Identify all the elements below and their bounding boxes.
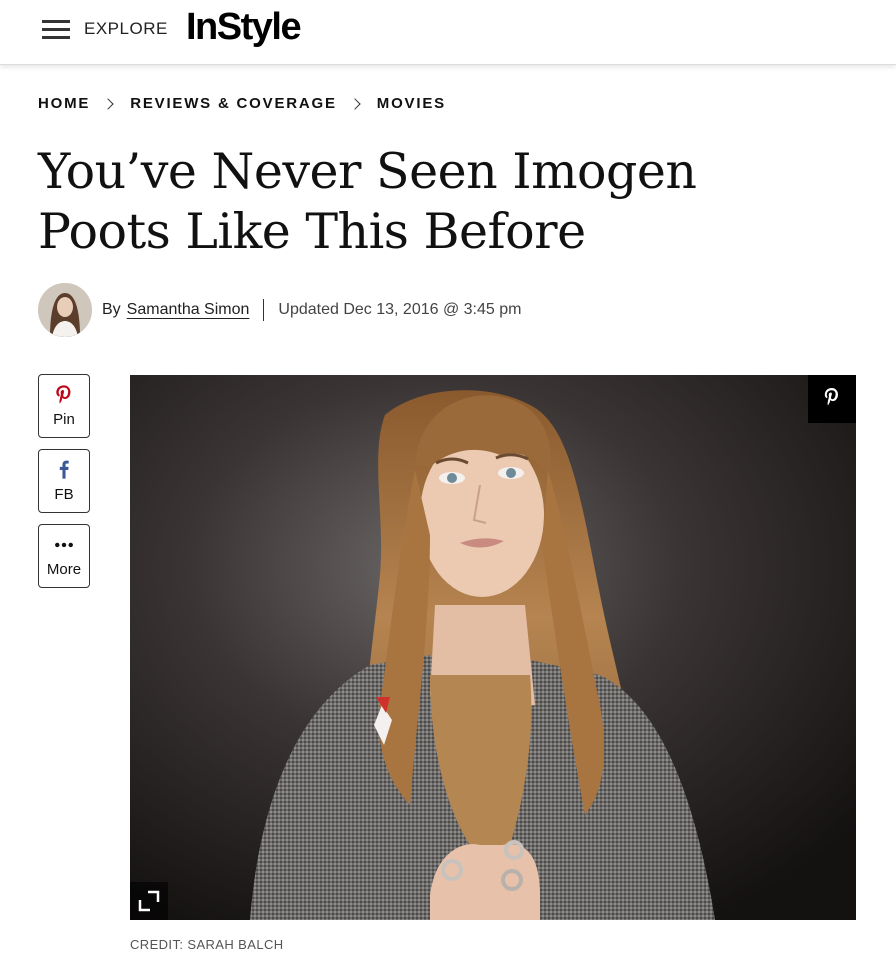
breadcrumb-reviews-coverage[interactable]: REVIEWS & COVERAGE — [130, 95, 337, 112]
image-pin-button[interactable] — [808, 375, 856, 423]
expand-image-button[interactable] — [130, 882, 168, 920]
more-dots-icon — [55, 542, 73, 548]
photo-credit: CREDIT: SARAH BALCH — [130, 937, 284, 952]
pinterest-icon — [56, 385, 71, 404]
breadcrumb-home[interactable]: HOME — [38, 95, 90, 112]
instyle-logo[interactable]: InStyle — [186, 6, 302, 49]
explore-menu-link[interactable]: EXPLORE — [84, 19, 168, 39]
hamburger-menu-icon[interactable] — [42, 20, 70, 40]
breadcrumb: HOME REVIEWS & COVERAGE MOVIES — [38, 95, 446, 112]
share-pin-label: Pin — [53, 411, 75, 428]
author-link[interactable]: Samantha Simon — [127, 301, 250, 319]
share-facebook-label: FB — [54, 486, 74, 503]
article-title: You’ve Never Seen Imogen Poots Like This… — [38, 142, 858, 262]
share-more-button[interactable]: More — [38, 524, 90, 588]
article-title-line-2: Poots Like This Before — [38, 203, 586, 260]
share-facebook-button[interactable]: FB — [38, 449, 90, 513]
portrait-illustration — [130, 375, 856, 920]
byline: By Samantha Simon Updated Dec 13, 2016 @… — [38, 282, 521, 338]
pinterest-icon — [824, 388, 838, 406]
byline-prefix: By — [102, 301, 121, 318]
facebook-icon — [59, 460, 69, 479]
article-hero-image[interactable] — [130, 375, 856, 920]
breadcrumb-movies[interactable]: MOVIES — [377, 95, 446, 112]
share-more-label: More — [46, 561, 82, 578]
byline-divider — [263, 299, 265, 321]
author-avatar[interactable] — [38, 283, 92, 337]
expand-icon — [138, 890, 160, 912]
chevron-right-icon — [102, 97, 114, 110]
chevron-right-icon — [349, 97, 361, 110]
top-navigation-bar: EXPLORE InStyle — [0, 0, 896, 65]
share-pin-button[interactable]: Pin — [38, 374, 90, 438]
updated-date: Updated Dec 13, 2016 @ 3:45 pm — [278, 301, 522, 318]
article-title-line-1: You’ve Never Seen Imogen — [38, 143, 697, 200]
